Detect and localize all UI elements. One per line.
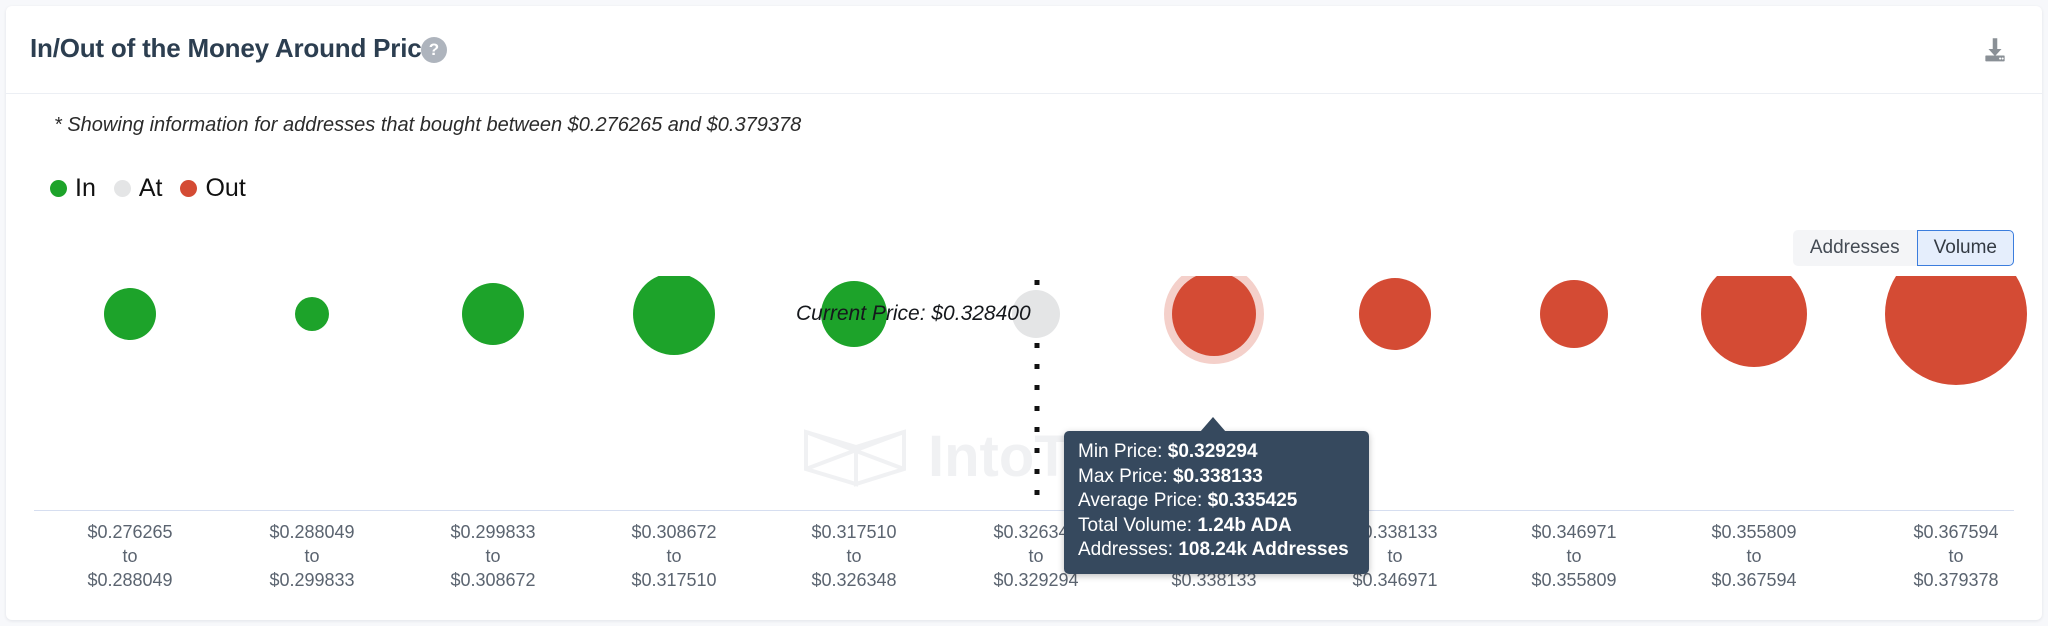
x-tick-label: $0.367594 to $0.379378	[1856, 520, 2042, 592]
legend-item-out[interactable]: Out	[180, 174, 246, 202]
x-tick-to: to	[1566, 546, 1582, 566]
card-header: In/Out of the Money Around Price ?	[6, 6, 2042, 94]
tooltip-row-label: Max Price:	[1078, 465, 1168, 487]
question-mark-circle-icon[interactable]: ?	[421, 37, 447, 63]
bubble-in-1[interactable]	[295, 297, 329, 331]
tooltip-row-value: 1.24b ADA	[1197, 514, 1292, 536]
x-tick-range-low: $0.308672	[631, 522, 717, 542]
x-tick-range-low: $0.367594	[1913, 522, 1999, 542]
tooltip-row-label: Min Price:	[1078, 441, 1163, 462]
chart-tooltip: Min Price: $0.329294 Max Price: $0.338133…	[1064, 431, 1369, 574]
x-tick-to: to	[666, 546, 682, 566]
chart-card: In/Out of the Money Around Price ? * Sho…	[6, 6, 2042, 620]
x-tick-range-high: $0.308672	[450, 570, 536, 590]
tooltip-row: Addresses: 108.24k Addresses	[1078, 538, 1355, 563]
x-tick-range-high: $0.299833	[269, 570, 355, 590]
x-tick-label: $0.276265 to $0.288049	[30, 520, 230, 592]
x-tick-to: to	[1746, 546, 1762, 566]
x-tick-range-high: $0.379378	[1913, 570, 1999, 590]
legend-label-at: At	[138, 174, 163, 202]
x-tick-range-low: $0.346971	[1531, 522, 1617, 542]
legend-label-in: In	[75, 174, 96, 202]
x-tick-label: $0.346971 to $0.355809	[1474, 520, 1674, 592]
tooltip-row-value: 108.24k Addresses	[1178, 539, 1349, 560]
download-icon[interactable]	[1978, 34, 2012, 68]
bubble-out-10[interactable]	[1885, 276, 2027, 385]
x-tick-to: to	[304, 546, 320, 566]
x-tick-label: $0.308672 to $0.317510	[574, 520, 774, 592]
tooltip-row-value: $0.335425	[1207, 490, 1298, 511]
x-tick-range-high: $0.355809	[1531, 570, 1617, 590]
x-tick-range-low: $0.288049	[269, 522, 355, 542]
x-tick-to: to	[485, 546, 501, 566]
bubble-group	[104, 276, 2027, 385]
bubble-out-9[interactable]	[1701, 276, 1807, 367]
tooltip-row: Max Price: $0.338133	[1078, 465, 1355, 490]
x-axis-tick-labels: $0.276265 to $0.288049 $0.288049 to $0.299833…	[6, 520, 2042, 600]
legend-item-at[interactable]: At	[113, 174, 163, 202]
tooltip-row-value: $0.329294	[1167, 441, 1258, 462]
bubble-in-2[interactable]	[462, 283, 524, 345]
x-tick-to: to	[1948, 546, 1964, 566]
x-tick-range-low: $0.299833	[450, 522, 536, 542]
x-tick-range-low: $0.355809	[1711, 522, 1797, 542]
legend-dot-out	[180, 180, 198, 197]
tooltip-row-label: Total Volume:	[1078, 514, 1193, 536]
x-tick-range-low: $0.276265	[87, 522, 173, 542]
x-tick-to: to	[122, 546, 138, 566]
current-price-label: Current Price: $0.328400	[796, 302, 1031, 325]
page-title: In/Out of the Money Around Price	[30, 33, 436, 63]
legend: In At Out	[50, 176, 246, 201]
x-tick-range-high: $0.288049	[87, 570, 173, 590]
metric-toggle-group: Addresses Volume	[1792, 230, 2014, 266]
legend-label-out: Out	[205, 174, 246, 202]
sub-note: * Showing information for addresses that…	[54, 114, 802, 136]
legend-item-in[interactable]: In	[50, 176, 96, 201]
tooltip-row-label: Addresses:	[1078, 539, 1174, 560]
tooltip-row: Total Volume: 1.24b ADA	[1078, 514, 1355, 539]
x-tick-range-low: $0.317510	[811, 522, 897, 542]
toggle-volume-button[interactable]: Volume	[1916, 230, 2014, 266]
x-tick-label: $0.288049 to $0.299833	[212, 520, 412, 592]
bubble-out-7[interactable]	[1359, 278, 1431, 350]
x-tick-label: $0.317510 to $0.326348	[754, 520, 954, 592]
x-tick-range-high: $0.326348	[811, 570, 897, 590]
bubble-in-0[interactable]	[104, 288, 156, 340]
x-tick-label: $0.355809 to $0.367594	[1654, 520, 1854, 592]
tooltip-row-label: Average Price:	[1078, 490, 1203, 511]
legend-dot-in	[50, 180, 67, 197]
bubble-in-3[interactable]	[633, 276, 715, 355]
x-axis-line	[34, 510, 2014, 511]
legend-dot-at	[113, 180, 131, 197]
download-glyph	[1985, 38, 2005, 62]
bubble-out-8[interactable]	[1540, 280, 1608, 348]
toggle-addresses-button[interactable]: Addresses	[1792, 230, 1917, 266]
x-tick-to: to	[846, 546, 862, 566]
tooltip-row: Min Price: $0.329294	[1078, 440, 1355, 465]
x-tick-range-high: $0.367594	[1711, 570, 1797, 590]
x-tick-range-high: $0.317510	[631, 570, 717, 590]
x-tick-label: $0.299833 to $0.308672	[393, 520, 593, 592]
tooltip-row: Average Price: $0.335425	[1078, 489, 1355, 514]
tooltip-arrow	[1200, 417, 1226, 432]
tooltip-row-value: $0.338133	[1173, 465, 1263, 487]
